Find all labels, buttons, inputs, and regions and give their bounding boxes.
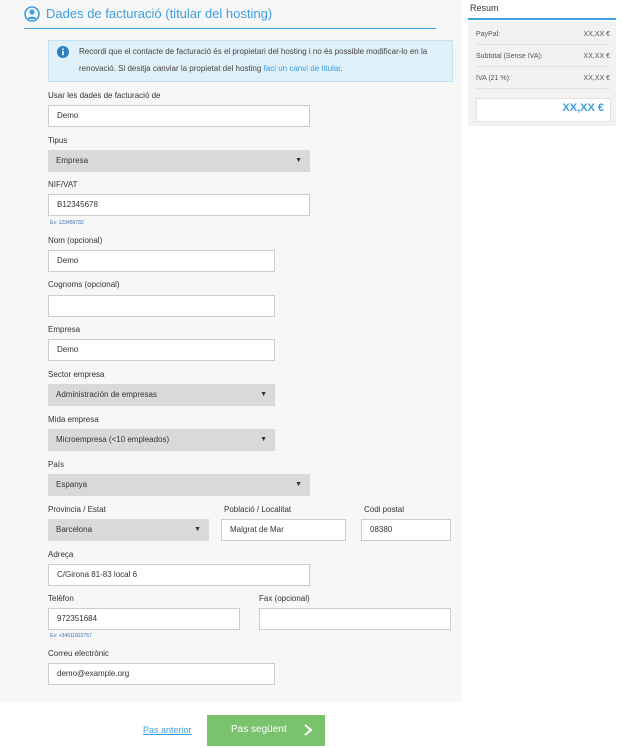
sector-value: Administración de empresas	[56, 390, 157, 399]
caret-down-icon: ▼	[194, 526, 201, 533]
info-message: Recordi que el contacte de facturació és…	[79, 47, 428, 73]
provincia-label: Provincia / Estat	[48, 505, 106, 514]
nif-label: NIF/VAT	[48, 180, 78, 189]
info-message-end: .	[340, 64, 343, 73]
summary-row-label: PayPal:	[476, 31, 501, 38]
usar-label: Usar les dades de facturació de	[48, 91, 161, 100]
info-icon	[57, 46, 69, 58]
summary-row: IVA (21 %): XX,XX €	[476, 70, 610, 89]
nif-hint: Ex: 12345678Z	[50, 220, 84, 226]
usar-input[interactable]: Demo	[48, 105, 310, 127]
summary-header: Resum	[468, 0, 616, 20]
tipus-select[interactable]: Empresa ▼	[48, 150, 310, 172]
cognoms-label: Cognoms (opcional)	[48, 280, 120, 289]
telefon-hint: Ex: +34911822767	[50, 633, 92, 639]
nom-label: Nom (opcional)	[48, 236, 103, 245]
billing-form-panel: Dades de facturació (titular del hosting…	[0, 0, 462, 702]
sector-label: Sector empresa	[48, 370, 105, 379]
adreca-input[interactable]: C/Girona 81-83 local 6	[48, 564, 310, 586]
tipus-value: Empresa	[56, 156, 89, 165]
summary-total: XX,XX €	[476, 98, 611, 122]
info-text: Recordi que el contacte de facturació és…	[79, 43, 447, 77]
next-step-button[interactable]: Pas següent	[207, 715, 325, 746]
email-label: Correu electrònic	[48, 649, 109, 658]
empresa-input[interactable]: Demo	[48, 339, 275, 361]
codi-postal-input[interactable]: 08380	[361, 519, 451, 541]
summary-row-value: XX,XX €	[583, 53, 610, 60]
provincia-value: Barcelona	[56, 525, 93, 534]
next-step-label: Pas següent	[231, 724, 287, 735]
telefon-input[interactable]: 972351684	[48, 608, 240, 630]
tipus-label: Tipus	[48, 136, 68, 145]
summary-row-label: Subtotal (Sense IVA):	[476, 53, 543, 60]
empresa-label: Empresa	[48, 325, 81, 334]
adreca-label: Adreça	[48, 550, 74, 559]
email-input[interactable]: demo@example.org	[48, 663, 275, 685]
caret-down-icon: ▼	[295, 481, 302, 488]
fax-input[interactable]	[259, 608, 451, 630]
summary-row-value: XX,XX €	[583, 31, 610, 38]
caret-down-icon: ▼	[260, 391, 267, 398]
summary-total-value: XX,XX €	[562, 102, 604, 114]
summary-row-value: XX,XX €	[583, 75, 610, 82]
poblacio-label: Població / Localitat	[224, 505, 292, 514]
change-holder-link[interactable]: faci un canvi de titular	[264, 64, 341, 73]
caret-down-icon: ▼	[295, 157, 302, 164]
summary-row: PayPal: XX,XX €	[476, 26, 610, 45]
pais-value: Espanya	[56, 480, 88, 489]
mida-value: Microempresa (<10 empleados)	[56, 435, 170, 444]
previous-step-link[interactable]: Pas anterior	[143, 725, 192, 735]
summary-row: Subtotal (Sense IVA): XX,XX €	[476, 48, 610, 67]
fax-label: Fax (opcional)	[259, 594, 310, 603]
section-header: Dades de facturació (titular del hosting…	[24, 4, 436, 29]
nif-input[interactable]: B12345678	[48, 194, 310, 216]
pais-label: País	[48, 460, 65, 469]
telefon-label: Telèfon	[48, 594, 74, 603]
mida-select[interactable]: Microempresa (<10 empleados) ▼	[48, 429, 275, 451]
summary-box: PayPal: XX,XX € Subtotal (Sense IVA): XX…	[468, 22, 616, 126]
poblacio-input[interactable]: Malgrat de Mar	[221, 519, 346, 541]
cognoms-input[interactable]	[48, 295, 275, 317]
summary-title: Resum	[470, 3, 499, 13]
codi-postal-label: Codi postal	[364, 505, 405, 514]
mida-label: Mida empresa	[48, 415, 99, 424]
provincia-select[interactable]: Barcelona ▼	[48, 519, 209, 541]
user-circle-icon	[24, 6, 40, 22]
info-alert: Recordi que el contacte de facturació és…	[48, 40, 453, 82]
pais-select[interactable]: Espanya ▼	[48, 474, 310, 496]
section-title: Dades de facturació (titular del hosting…	[46, 6, 273, 21]
nom-input[interactable]: Demo	[48, 250, 275, 272]
sector-select[interactable]: Administración de empresas ▼	[48, 384, 275, 406]
caret-down-icon: ▼	[260, 436, 267, 443]
summary-row-label: IVA (21 %):	[476, 75, 511, 82]
chevron-right-icon	[304, 724, 313, 736]
